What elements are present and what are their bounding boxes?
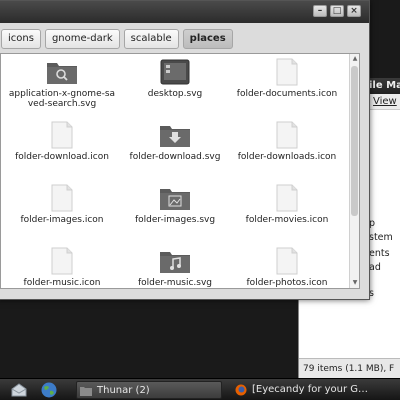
taskbar: Thunar (2) [Eyecandy for your G… (0, 378, 400, 400)
window-titlebar[interactable]: – □ × (0, 1, 369, 23)
sidebar-item[interactable]: ents (369, 248, 390, 259)
task-label: Thunar (2) (97, 385, 150, 396)
task-thunar[interactable]: Thunar (2) (76, 381, 222, 399)
file-item[interactable]: folder-downloads.icon (233, 121, 341, 178)
path-button-gnome-dark[interactable]: gnome-dark (44, 29, 120, 49)
images-folder-icon (159, 184, 191, 212)
saved-search-folder-icon (46, 58, 78, 86)
file-item[interactable]: folder-music.svg (125, 247, 225, 288)
file-item[interactable]: folder-download.svg (125, 121, 225, 178)
minimize-button[interactable]: – (313, 5, 327, 17)
file-item[interactable]: folder-images.svg (125, 184, 225, 241)
blank-file-icon (46, 184, 78, 212)
sidebar-item[interactable]: stem (369, 232, 393, 243)
file-name-label: folder-download.svg (129, 152, 221, 162)
mail-icon[interactable] (10, 381, 28, 399)
path-button-icons[interactable]: icons (1, 29, 41, 49)
path-button-places[interactable]: places (182, 29, 233, 49)
thunar-window[interactable]: – □ × icons gnome-dark scalable places a… (0, 0, 370, 300)
blank-file-icon (271, 121, 303, 149)
sidebar-item[interactable]: ad (369, 262, 381, 273)
file-name-label: folder-music.svg (138, 278, 212, 288)
blank-file-icon (271, 184, 303, 212)
file-name-label: folder-documents.icon (236, 89, 338, 99)
file-name-label: folder-download.icon (15, 152, 109, 162)
globe-icon[interactable] (40, 381, 58, 399)
vertical-scrollbar[interactable]: ▲ ▼ (349, 54, 359, 288)
file-item[interactable]: folder-images.icon (7, 184, 117, 241)
close-button[interactable]: × (347, 5, 361, 17)
file-name-label: folder-images.svg (134, 215, 216, 225)
file-item[interactable]: folder-photos.icon (233, 247, 341, 288)
scroll-down-arrow-icon[interactable]: ▼ (351, 279, 359, 287)
file-item[interactable]: folder-download.icon (7, 121, 117, 178)
status-bar: 79 items (1.1 MB), F (299, 358, 400, 378)
file-name-label: desktop.svg (147, 89, 203, 99)
menu-view[interactable]: View (373, 96, 397, 107)
blank-file-icon (271, 58, 303, 86)
file-name-label: folder-music.icon (23, 278, 101, 288)
music-folder-icon (159, 247, 191, 275)
file-name-label: folder-movies.icon (245, 215, 329, 225)
file-item[interactable]: folder-music.icon (7, 247, 117, 288)
window-controls: – □ × (313, 5, 361, 17)
task-label: [Eyecandy for your G… (252, 384, 369, 395)
file-item[interactable]: folder-movies.icon (233, 184, 341, 241)
download-folder-icon (159, 121, 191, 149)
file-item[interactable]: application-x-gnome-saved-search.svg (7, 58, 117, 115)
file-name-label: folder-photos.icon (246, 278, 328, 288)
maximize-button[interactable]: □ (330, 5, 344, 17)
scrollbar-thumb[interactable] (351, 66, 358, 216)
file-name-label: folder-images.icon (20, 215, 104, 225)
blank-file-icon (46, 247, 78, 275)
file-item[interactable]: folder-documents.icon (233, 58, 341, 115)
file-icon-view[interactable]: application-x-gnome-saved-search.svg desk… (0, 53, 360, 289)
file-grid: application-x-gnome-saved-search.svg desk… (1, 54, 351, 288)
blank-file-icon (271, 247, 303, 275)
file-name-label: folder-downloads.icon (237, 152, 337, 162)
blank-file-icon (46, 121, 78, 149)
desktop-icon (159, 58, 191, 86)
task-firefox[interactable]: [Eyecandy for your G… (232, 381, 378, 399)
folder-icon (80, 385, 92, 397)
file-name-label: application-x-gnome-saved-search.svg (8, 89, 116, 109)
firefox-icon (235, 384, 247, 396)
scroll-up-arrow-icon[interactable]: ▲ (351, 55, 359, 63)
file-item[interactable]: desktop.svg (125, 58, 225, 115)
path-bar: icons gnome-dark scalable places (0, 29, 369, 49)
path-button-scalable[interactable]: scalable (123, 29, 179, 49)
